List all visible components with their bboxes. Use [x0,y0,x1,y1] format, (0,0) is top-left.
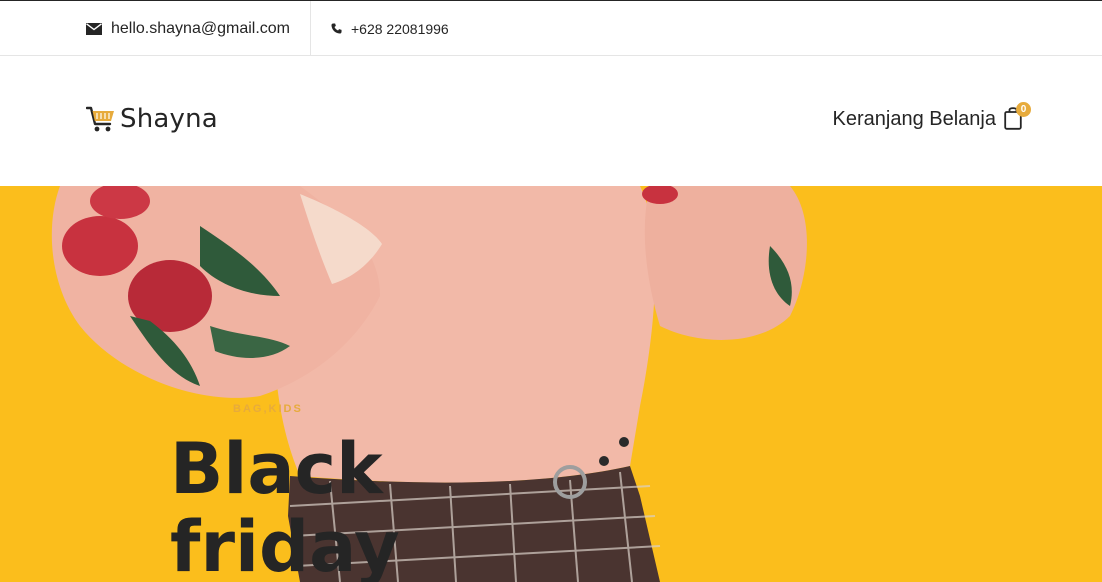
email-text: hello.shayna@gmail.com [111,19,290,37]
top-bar: hello.shayna@gmail.com +628 22081996 [0,0,1102,56]
shopping-cart-icon [86,106,114,132]
envelope-icon [86,22,102,35]
contact-phone[interactable]: +628 22081996 [331,1,449,56]
hero-banner: Bag,kids Black friday [0,186,1102,582]
hero-headline-line2: friday [170,506,400,582]
phone-icon [331,23,342,34]
contact-email[interactable]: hello.shayna@gmail.com [86,1,311,56]
hero-headline-line1: Black [170,428,383,510]
main-header: Shayna Keranjang Belanja 0 [0,56,1102,186]
cart-count-badge: 0 [1016,102,1031,117]
logo-text: Shayna [120,104,218,134]
hero-kicker: Bag,kids [233,403,303,415]
hero-headline: Black friday [170,430,570,582]
cart-label: Keranjang Belanja [832,107,996,130]
shopping-cart-link[interactable]: Keranjang Belanja 0 [832,102,1031,132]
cart-bag[interactable]: 0 [1004,102,1031,132]
phone-text: +628 22081996 [351,20,449,37]
site-logo[interactable]: Shayna [86,104,218,134]
